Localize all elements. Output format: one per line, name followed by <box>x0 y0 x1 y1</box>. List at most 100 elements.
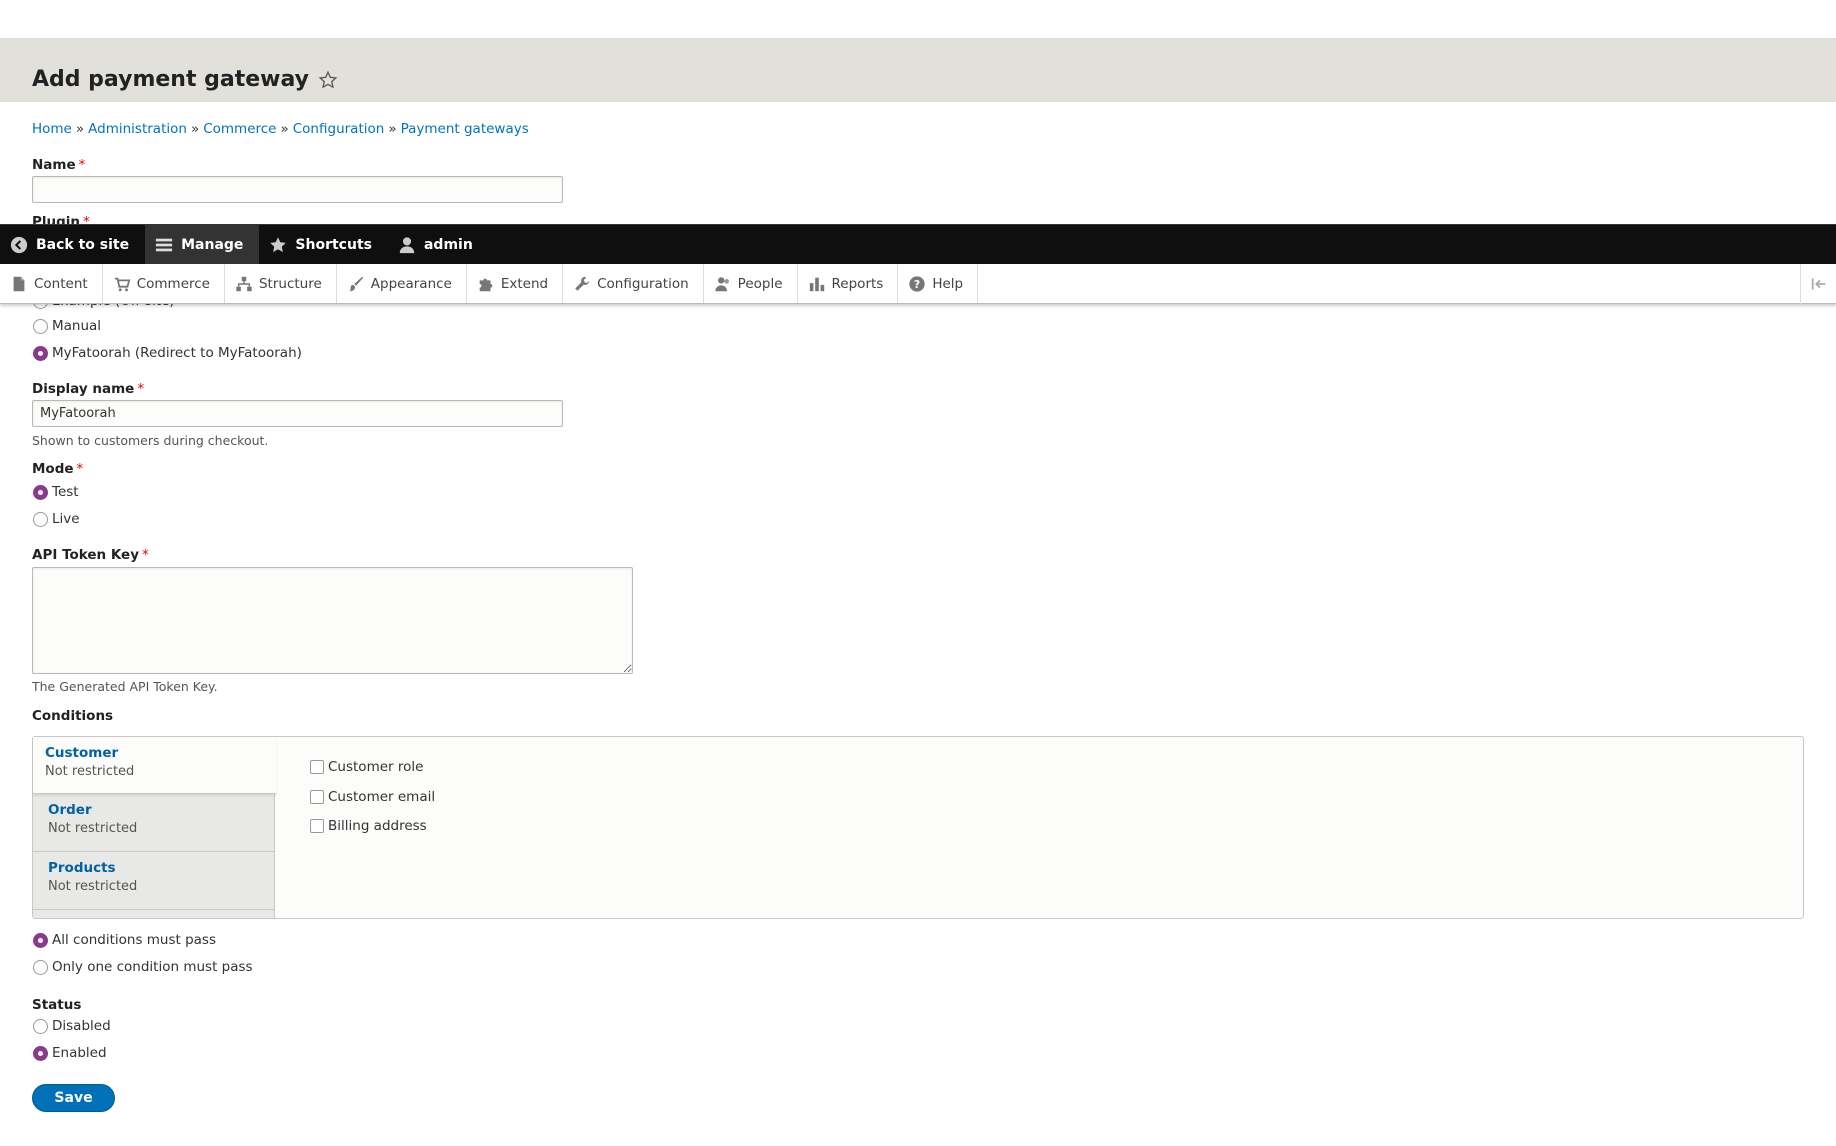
puzzle-icon <box>479 278 493 291</box>
conditions-label: Conditions <box>32 708 114 724</box>
breadcrumb-separator: » <box>190 121 200 137</box>
admin-toolbar: Back to site Manage Shortcuts admin <box>0 224 1836 264</box>
star-outline-icon[interactable] <box>317 69 339 91</box>
toolbar-manage[interactable]: Manage <box>145 225 260 264</box>
tray-label: Configuration <box>597 275 689 292</box>
chevron-left-circle-icon <box>10 236 28 253</box>
tray-configuration[interactable]: Configuration <box>563 264 704 303</box>
save-button[interactable]: Save <box>32 1084 115 1112</box>
breadcrumb-separator: » <box>280 121 289 137</box>
checkbox[interactable] <box>310 819 324 833</box>
mode-option-label: Test <box>52 484 79 500</box>
radio-button[interactable] <box>33 1018 48 1034</box>
status-option-disabled[interactable]: Disabled <box>33 1018 111 1034</box>
bar-chart-icon <box>809 277 824 291</box>
plugin-option-myfatoorah[interactable]: MyFatoorah (Redirect to MyFatoorah) <box>33 345 302 361</box>
name-input[interactable] <box>32 176 563 203</box>
radio-button-checked[interactable] <box>33 484 48 500</box>
breadcrumb-commerce[interactable]: Commerce <box>203 121 276 137</box>
tray-help[interactable]: ? Help <box>898 264 979 303</box>
mode-label: Mode * <box>32 461 83 477</box>
toolbar-manage-label: Manage <box>181 236 244 253</box>
breadcrumb-separator: » <box>388 121 397 137</box>
required-marker: * <box>76 461 84 477</box>
toolbar-user[interactable]: admin <box>388 225 489 264</box>
api-token-textarea[interactable] <box>32 567 633 674</box>
display-name-input[interactable] <box>32 400 563 427</box>
tray-appearance[interactable]: Appearance <box>337 264 467 303</box>
tray-extend[interactable]: Extend <box>467 264 564 303</box>
radio-button[interactable] <box>33 959 48 975</box>
breadcrumb-separator: » <box>75 121 85 137</box>
radio-label: Disabled <box>52 1018 111 1034</box>
radio-button-checked[interactable] <box>33 932 48 948</box>
vtab-summary: Not restricted <box>45 764 135 779</box>
tray-structure[interactable]: Structure <box>225 264 337 303</box>
toolbar-user-label: admin <box>423 236 473 253</box>
required-marker: * <box>78 157 86 173</box>
toolbar-shortcuts[interactable]: Shortcuts <box>259 225 388 264</box>
api-token-description: The Generated API Token Key. <box>32 679 218 694</box>
display-name-description: Shown to customers during checkout. <box>32 433 269 448</box>
tray-reports[interactable]: Reports <box>798 264 899 303</box>
breadcrumb-home[interactable]: Home <box>32 121 72 137</box>
svg-text:?: ? <box>914 278 920 291</box>
vtab-title: Products <box>48 860 116 876</box>
tray-commerce[interactable]: Commerce <box>103 264 225 303</box>
vtab-products[interactable]: Products Not restricted <box>33 852 275 910</box>
page-title-wrap: Add payment gateway <box>32 67 339 92</box>
condition-customer-email[interactable]: Customer email <box>310 789 435 805</box>
required-marker: * <box>137 381 145 397</box>
mode-label-text: Mode <box>32 461 74 477</box>
condition-operator-all[interactable]: All conditions must pass <box>33 932 216 948</box>
tray-people[interactable]: People <box>704 264 798 303</box>
tray-label: People <box>737 275 783 292</box>
vtab-customer[interactable]: Customer Not restricted <box>33 737 276 794</box>
wrench-icon <box>575 276 590 291</box>
api-token-label: API Token Key * <box>32 547 149 563</box>
radio-button[interactable] <box>33 318 48 334</box>
tray-label: Extend <box>500 275 549 292</box>
tray-label: Structure <box>258 275 322 292</box>
conditions-vertical-tabs: Customer Not restricted Order Not restri… <box>33 737 276 918</box>
vtab-order[interactable]: Order Not restricted <box>33 794 275 852</box>
checkbox-label: Billing address <box>328 818 427 834</box>
required-marker: * <box>142 547 149 563</box>
toolbar-back-to-site[interactable]: Back to site <box>0 225 145 264</box>
status-option-enabled[interactable]: Enabled <box>33 1045 107 1061</box>
vtab-summary: Not restricted <box>48 879 138 894</box>
condition-operator-one[interactable]: Only one condition must pass <box>33 959 253 975</box>
cart-icon <box>114 277 131 291</box>
person-icon <box>715 276 729 291</box>
plugin-option-label: MyFatoorah (Redirect to MyFatoorah) <box>52 345 302 361</box>
checkbox[interactable] <box>310 790 324 804</box>
condition-billing-address[interactable]: Billing address <box>310 818 427 834</box>
radio-button-checked[interactable] <box>33 345 48 361</box>
radio-button-checked[interactable] <box>33 1045 48 1061</box>
sitemap-icon <box>236 276 252 291</box>
breadcrumb-configuration[interactable]: Configuration <box>293 121 385 137</box>
mode-option-test[interactable]: Test <box>33 484 79 500</box>
breadcrumb-administration[interactable]: Administration <box>88 121 187 137</box>
tray-orientation-toggle[interactable] <box>1800 264 1836 304</box>
checkbox-label: Customer email <box>328 789 436 805</box>
radio-button[interactable] <box>33 511 48 527</box>
radio-label: All conditions must pass <box>52 932 217 948</box>
name-label-text: Name <box>32 157 76 173</box>
tray-label: Help <box>932 275 964 292</box>
vtab-summary: Not restricted <box>48 821 138 836</box>
help-icon: ? <box>909 275 925 292</box>
paintbrush-icon <box>349 276 363 291</box>
conditions-panel: Customer Not restricted Order Not restri… <box>32 736 1804 919</box>
condition-customer-role[interactable]: Customer role <box>310 759 423 775</box>
name-label: Name * <box>32 157 85 173</box>
tray-label: Commerce <box>136 275 210 292</box>
page-title: Add payment gateway <box>32 67 309 92</box>
plugin-option-manual[interactable]: Manual <box>33 318 101 334</box>
vtab-title: Customer <box>45 745 119 761</box>
breadcrumb-payment-gateways[interactable]: Payment gateways <box>401 121 529 137</box>
checkbox[interactable] <box>310 760 324 774</box>
mode-option-live[interactable]: Live <box>33 511 80 527</box>
toolbar-back-label: Back to site <box>36 236 130 253</box>
tray-content[interactable]: Content <box>0 264 103 303</box>
